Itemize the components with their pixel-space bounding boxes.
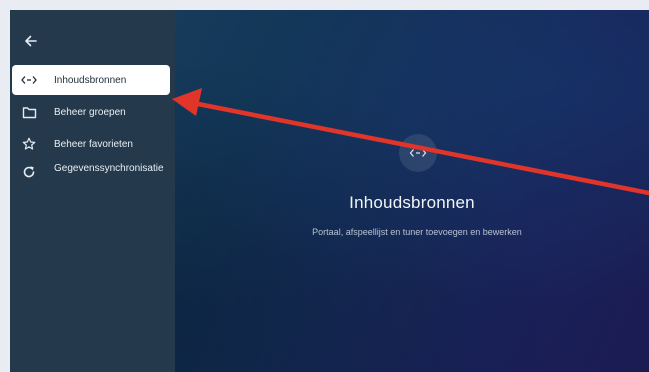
app-window: Inhoudsbronnen Beheer groepen Beheer fav…	[10, 10, 649, 372]
refresh-icon	[20, 163, 38, 181]
arrow-left-icon	[25, 35, 37, 47]
folder-icon	[20, 103, 38, 121]
code-arrows-icon	[20, 71, 38, 89]
back-button[interactable]	[22, 32, 40, 50]
sidebar-item-label: Inhoudsbronnen	[54, 74, 127, 86]
page-description: Portaal, afspeellijst en tuner toevoegen…	[312, 227, 522, 237]
sidebar-item-beheer-favorieten[interactable]: Beheer favorieten	[12, 129, 170, 159]
sidebar-item-beheer-groepen[interactable]: Beheer groepen	[12, 97, 170, 127]
sidebar-item-inhoudsbronnen[interactable]: Inhoudsbronnen	[12, 65, 170, 95]
content-panel: Inhoudsbronnen Portaal, afspeellijst en …	[175, 10, 649, 372]
sidebar: Inhoudsbronnen Beheer groepen Beheer fav…	[10, 10, 175, 372]
sidebar-item-gegevenssynchronisatie[interactable]: Gegevenssynchronisatie	[12, 161, 170, 197]
star-icon	[20, 135, 38, 153]
code-arrows-icon	[399, 134, 437, 172]
sidebar-item-label: Beheer groepen	[54, 106, 126, 118]
page-title: Inhoudsbronnen	[349, 193, 475, 212]
sidebar-item-label: Beheer favorieten	[54, 138, 133, 150]
sidebar-item-label: Gegevenssynchronisatie	[54, 163, 164, 174]
